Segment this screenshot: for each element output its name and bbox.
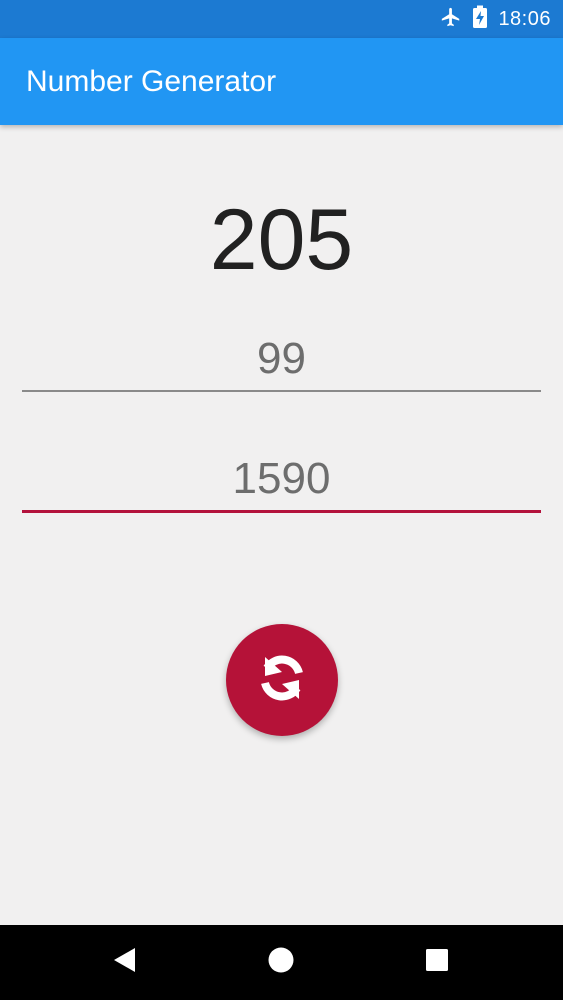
refresh-button[interactable]: [226, 624, 338, 736]
refresh-icon: [250, 646, 314, 715]
home-button[interactable]: [241, 925, 321, 1000]
back-icon: [112, 946, 138, 979]
home-icon: [267, 946, 295, 979]
status-icons: 18:06: [440, 0, 551, 38]
status-time: 18:06: [498, 7, 551, 30]
airplane-mode-icon: [440, 6, 462, 33]
max-value-input[interactable]: [22, 450, 541, 508]
app-screen: 18:06 Number Generator 205: [0, 0, 563, 1000]
recents-button[interactable]: [397, 925, 477, 1000]
min-field-container: [22, 330, 541, 392]
navigation-bar: [0, 925, 563, 1000]
min-value-input[interactable]: [22, 330, 541, 388]
battery-charging-icon: [472, 5, 488, 34]
app-bar: Number Generator: [0, 38, 563, 125]
generated-number: 205: [209, 192, 354, 288]
max-field-container: [22, 450, 541, 513]
recents-icon: [425, 948, 449, 977]
back-button[interactable]: [85, 925, 165, 1000]
app-title: Number Generator: [26, 65, 277, 98]
status-bar: 18:06: [0, 0, 563, 38]
